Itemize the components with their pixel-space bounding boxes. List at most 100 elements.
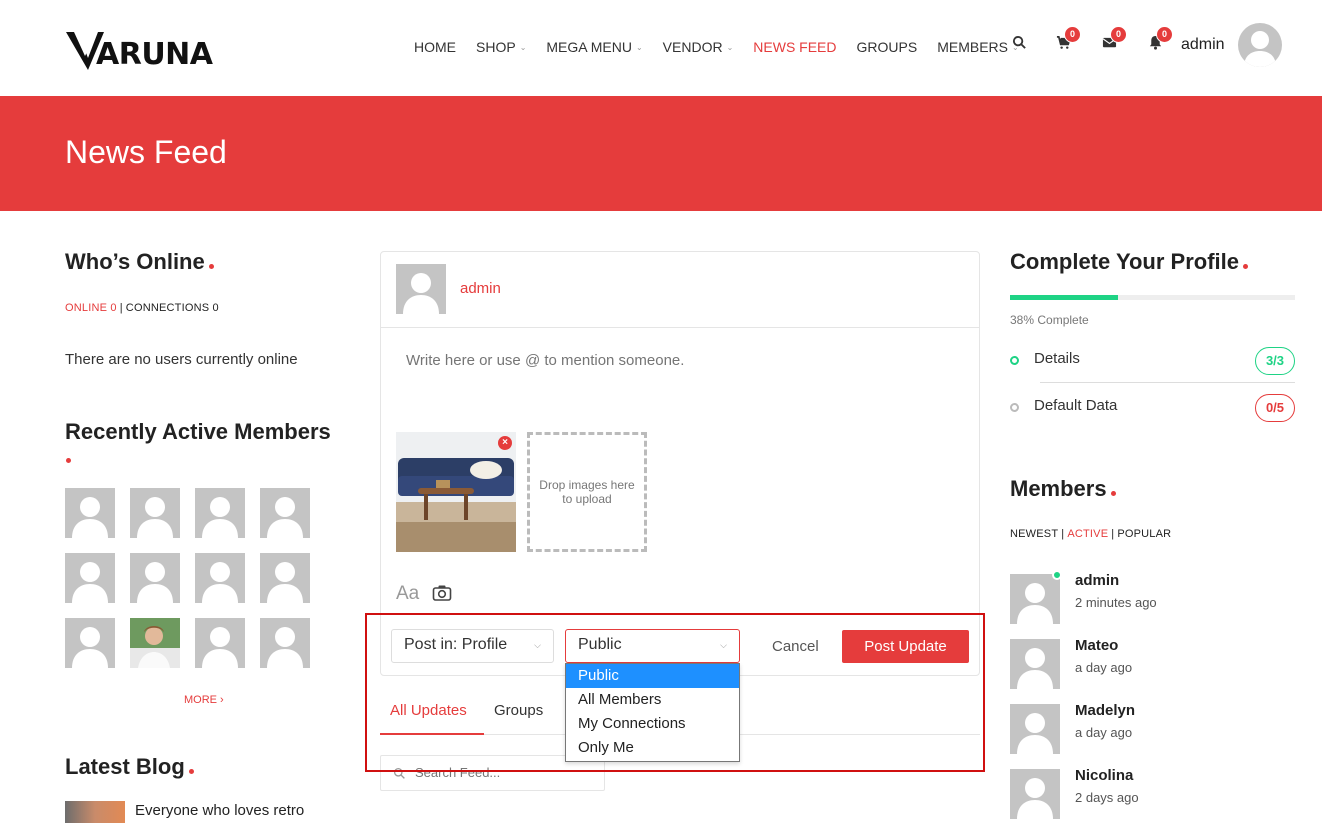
member-name[interactable]: Madelyn [1075, 702, 1135, 719]
post-form-header: admin [381, 252, 979, 328]
member-list-item[interactable]: Nicolina 2 days ago [1010, 767, 1310, 821]
member-avatar[interactable] [260, 618, 310, 668]
connections-filter-link[interactable]: CONNECTIONS 0 [126, 302, 219, 314]
site-header: ARUNA HOME SHOP ⌄ MEGA MENU ⌄ VENDOR ⌄ NEWS FEE… [0, 0, 1322, 96]
member-avatar[interactable] [65, 553, 115, 603]
sofa-image-icon [396, 432, 516, 552]
popular-filter-link[interactable]: POPULAR [1117, 528, 1171, 540]
search-button[interactable] [1012, 35, 1028, 51]
member-avatar[interactable] [130, 618, 180, 668]
member-name[interactable]: Mateo [1075, 637, 1118, 654]
member-name[interactable]: admin [1075, 572, 1119, 589]
post-author-name[interactable]: admin [460, 280, 501, 297]
image-dropzone[interactable]: Drop images here to upload [527, 432, 647, 552]
user-silhouette-icon [267, 562, 303, 603]
whos-online-title: Who’s Online [65, 249, 214, 275]
profile-item-details[interactable]: Details 3/3 [1010, 347, 1295, 379]
visibility-select[interactable]: Public ⌵ [565, 629, 740, 663]
post-textarea[interactable] [406, 352, 946, 369]
chevron-down-icon: ⌵ [534, 640, 541, 650]
text-format-button[interactable]: Aa [396, 583, 419, 605]
incomplete-bullet-icon [1010, 403, 1019, 412]
member-last-active: 2 days ago [1075, 790, 1139, 805]
header-user-name[interactable]: admin [1181, 36, 1225, 54]
member-avatar[interactable] [65, 618, 115, 668]
complete-bullet-icon [1010, 356, 1019, 365]
user-silhouette-icon [72, 497, 108, 538]
member-avatar[interactable] [195, 553, 245, 603]
visibility-option-my-connections[interactable]: My Connections [566, 712, 739, 736]
profile-item-count: 0/5 [1255, 394, 1295, 422]
member-avatar[interactable] [130, 488, 180, 538]
latest-blog-title: Latest Blog [65, 754, 194, 780]
chevron-down-icon: ⌄ [726, 42, 734, 52]
user-silhouette-icon [267, 627, 303, 668]
member-avatar[interactable] [1010, 769, 1060, 819]
member-last-active: a day ago [1075, 660, 1133, 675]
cart-button[interactable]: 0 [1056, 26, 1081, 51]
main-nav: HOME SHOP ⌄ MEGA MENU ⌄ VENDOR ⌄ NEWS FEED GROUP… [414, 37, 1039, 57]
member-avatar[interactable] [260, 553, 310, 603]
blog-thumbnail[interactable] [65, 801, 125, 823]
nav-item-label: HOME [414, 39, 456, 55]
members-filters: NEWEST | ACTIVE | POPULAR [1010, 528, 1171, 540]
user-silhouette-icon [1017, 648, 1053, 689]
nav-item-label: SHOP [476, 39, 516, 55]
mail-button[interactable]: 0 [1102, 26, 1127, 51]
remove-image-button[interactable]: × [498, 436, 512, 450]
member-photo-icon [130, 618, 180, 668]
member-avatar[interactable] [195, 488, 245, 538]
member-avatar[interactable] [65, 488, 115, 538]
post-in-select[interactable]: Post in: Profile ⌵ [391, 629, 554, 663]
camera-icon [432, 585, 452, 601]
nav-item-shop[interactable]: SHOP ⌄ [476, 39, 526, 55]
post-author-avatar[interactable] [396, 264, 446, 314]
member-avatar[interactable] [130, 553, 180, 603]
member-list-item[interactable]: Mateo a day ago [1010, 637, 1310, 691]
title-dot [1110, 491, 1116, 496]
nav-item-mega-menu[interactable]: MEGA MENU ⌄ [546, 39, 642, 55]
nav-item-home[interactable]: HOME [414, 39, 456, 55]
camera-button[interactable] [432, 584, 452, 602]
member-avatar[interactable] [1010, 639, 1060, 689]
visibility-option-public[interactable]: Public [566, 664, 739, 688]
notifications-button[interactable]: 0 [1148, 26, 1173, 51]
cancel-button[interactable]: Cancel [772, 638, 819, 655]
filter-separator: | [1061, 528, 1065, 540]
visibility-option-all-members[interactable]: All Members [566, 688, 739, 712]
online-filter-link[interactable]: ONLINE 0 [65, 302, 117, 314]
nav-item-members[interactable]: MEMBERS ⌄ [937, 39, 1019, 55]
mail-badge: 0 [1110, 26, 1127, 43]
member-avatar[interactable] [195, 618, 245, 668]
member-avatar[interactable] [1010, 574, 1060, 624]
member-list-item[interactable]: admin 2 minutes ago [1010, 570, 1310, 626]
chevron-down-icon: ⌄ [635, 42, 643, 52]
nav-item-news-feed[interactable]: NEWS FEED [753, 39, 836, 55]
visibility-select-value: Public [578, 636, 622, 653]
user-silhouette-icon [1017, 778, 1053, 819]
profile-item-default-data[interactable]: Default Data 0/5 [1010, 394, 1295, 426]
member-list-item[interactable]: Madelyn a day ago [1010, 702, 1310, 756]
blog-post-title[interactable]: Everyone who loves retro [135, 802, 304, 819]
members-title: Members [1010, 476, 1116, 502]
complete-profile-title: Complete Your Profile [1010, 249, 1249, 275]
recent-members-title: Recently Active Members [65, 419, 331, 445]
header-user-avatar[interactable] [1238, 23, 1282, 67]
member-name[interactable]: Nicolina [1075, 767, 1133, 784]
recent-members-grid [65, 488, 315, 668]
nav-item-groups[interactable]: GROUPS [857, 39, 918, 55]
member-avatar[interactable] [260, 488, 310, 538]
tab-all-updates[interactable]: All Updates [390, 702, 467, 719]
nav-item-vendor[interactable]: VENDOR ⌄ [663, 39, 734, 55]
more-members-link[interactable]: MORE › [184, 694, 224, 706]
member-last-active: 2 minutes ago [1075, 595, 1157, 610]
post-update-button[interactable]: Post Update [842, 630, 969, 663]
search-feed-input[interactable] [415, 765, 595, 780]
newest-filter-link[interactable]: NEWEST [1010, 528, 1058, 540]
site-logo[interactable]: ARUNA [66, 24, 213, 70]
visibility-option-only-me[interactable]: Only Me [566, 736, 739, 760]
tab-groups[interactable]: Groups [494, 702, 543, 719]
member-avatar[interactable] [1010, 704, 1060, 754]
whos-online-title-text: Who’s Online [65, 249, 205, 274]
active-filter-link[interactable]: ACTIVE [1067, 528, 1108, 540]
